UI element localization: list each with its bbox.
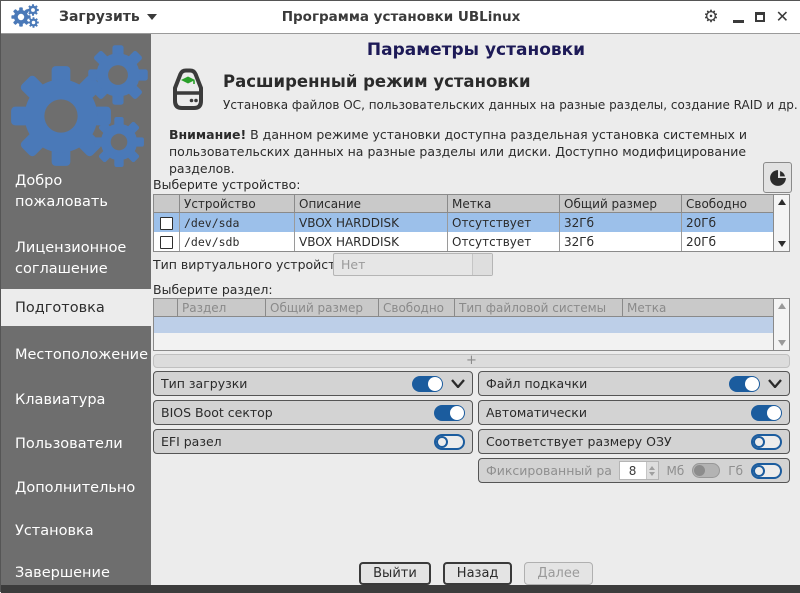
combo-dropdown-icon [472,254,492,275]
swap-ram-row[interactable]: Соответствует размеру ОЗУ [478,429,790,454]
swap-ram-toggle[interactable] [751,434,782,450]
hard-drive-icon [163,66,213,114]
sidebar-item-users[interactable]: Пользователи [1,434,151,455]
virtual-device-label: Тип виртуального устройства: [153,257,355,272]
partition-table: Раздел Общий размер Свободно Тип файлово… [153,298,790,351]
sidebar-item-keyboard[interactable]: Клавиатура [1,390,151,411]
sidebar-item-additional[interactable]: Дополнительно [1,478,151,499]
disk-usage-button[interactable] [763,162,792,193]
scroll-down-icon[interactable] [774,237,789,251]
boot-type-label: Тип загрузки [161,376,404,391]
device-table: Устройство Описание Метка Общий размер С… [153,194,790,252]
efi-partition-toggle[interactable] [434,434,465,450]
spinner-buttons[interactable] [646,462,658,479]
sidebar-item-preparation[interactable]: Подготовка [1,289,151,326]
sidebar-item-location[interactable]: Местоположение [1,345,151,366]
load-button-label: Загрузить [59,9,140,25]
col-fs-type: Тип файловой системы [455,299,623,317]
bios-boot-row[interactable]: BIOS Boot сектор [153,400,473,425]
bios-boot-label: BIOS Boot сектор [161,405,426,420]
unit-toggle[interactable] [692,463,720,478]
next-button[interactable]: Далее [524,562,592,585]
warning-bold: Внимание! [169,127,246,142]
app-logo-gears-icon [11,4,45,30]
chevron-down-icon [147,14,157,20]
close-button[interactable]: ✕ [776,9,789,25]
device-row-sdb[interactable]: /dev/sdb VBOX HARDDISK Отсутствует 32Гб … [154,232,773,251]
swap-toggle[interactable] [729,376,760,392]
unit-mb-label: Мб [667,464,685,478]
mode-title: Расширенный режим установки [223,72,531,91]
fixed-size-value[interactable]: 8 [620,462,646,479]
swap-auto-toggle[interactable] [751,405,782,421]
unit-gb-label: Гб [728,464,743,478]
spin-up-icon[interactable] [649,466,655,470]
sidebar-item-install[interactable]: Установка [1,521,151,542]
device-table-scrollbar[interactable] [773,195,789,251]
settings-gear-icon[interactable]: ⚙ [703,9,718,26]
pie-chart-icon [768,168,788,188]
fixed-size-spinner[interactable]: 8 [619,461,659,480]
swap-ram-label: Соответствует размеру ОЗУ [486,434,743,449]
col-part-free: Свободно [379,299,455,317]
swap-auto-row[interactable]: Автоматически [478,400,790,425]
efi-partition-label: EFI разел [161,434,426,449]
swap-fixed-toggle[interactable] [751,463,782,479]
spin-down-icon[interactable] [649,472,655,476]
exit-button[interactable]: Выйти [359,562,431,585]
device-row-sda[interactable]: /dev/sda VBOX HARDDISK Отсутствует 32Гб … [154,213,773,232]
chevron-down-icon[interactable] [451,379,465,388]
back-button[interactable]: Назад [443,562,513,585]
device-checkbox-sda[interactable] [160,217,173,230]
device-table-header: Устройство Описание Метка Общий размер С… [154,195,773,213]
sidebar-item-finish[interactable]: Завершение [1,563,151,584]
col-label[interactable]: Метка [448,195,560,213]
efi-partition-row[interactable]: EFI разел [153,429,473,454]
device-checkbox-sdb[interactable] [160,236,173,249]
virtual-device-select[interactable]: Нет [333,253,493,276]
mode-subtitle: Установка файлов ОС, пользовательских да… [223,98,798,112]
partition-empty-row [154,317,773,334]
load-button[interactable]: Загрузить [59,9,157,25]
boot-type-header-row[interactable]: Тип загрузки [153,371,473,396]
navigation-buttons: Выйти Назад Далее [151,562,800,585]
col-part-label: Метка [623,299,773,317]
col-device[interactable]: Устройство [180,195,295,213]
partition-table-scrollbar [773,299,789,350]
swap-auto-label: Автоматически [486,405,743,420]
select-device-label: Выберите устройство: [153,177,301,192]
partition-table-header: Раздел Общий размер Свободно Тип файлово… [154,299,773,317]
swap-fixed-row: Фиксированный размер 8 Мб Гб [478,458,790,483]
main-content: Параметры установки Расширенный режим ус… [151,34,800,585]
col-total[interactable]: Общий размер [560,195,682,213]
sidebar-item-welcome[interactable]: Добро пожаловать [1,171,151,213]
select-partition-label: Выберите раздел: [153,282,273,297]
maximize-button[interactable] [755,12,765,22]
swap-header-row[interactable]: Файл подкачки [478,371,790,396]
sidebar: Добро пожаловать Лицензионное соглашение… [1,34,151,585]
virtual-device-value: Нет [334,254,472,275]
partition-empty-row [154,333,773,350]
chevron-down-icon[interactable] [768,379,782,388]
gears-artwork-icon [1,42,151,182]
col-part-total: Общий размер [266,299,379,317]
col-partition: Раздел [178,299,266,317]
col-free[interactable]: Свободно [682,195,773,213]
scroll-down-icon [774,336,789,350]
warning-text: Внимание! В данном режиме установки дост… [169,126,769,177]
scroll-up-icon[interactable] [774,195,789,209]
boot-type-toggle[interactable] [412,376,443,392]
sidebar-item-license[interactable]: Лицензионное соглашение [1,238,151,280]
scroll-up-icon [774,299,789,313]
minimize-button[interactable] [733,20,744,23]
swap-label: Файл подкачки [486,376,721,391]
page-title: Параметры установки [151,40,800,60]
swap-fixed-label: Фиксированный размер [486,463,611,478]
bios-boot-toggle[interactable] [434,405,465,421]
titlebar: Загрузить Программа установки UBLinux ⚙ … [1,1,800,34]
col-description[interactable]: Описание [295,195,448,213]
add-partition-button[interactable]: + [153,354,790,368]
